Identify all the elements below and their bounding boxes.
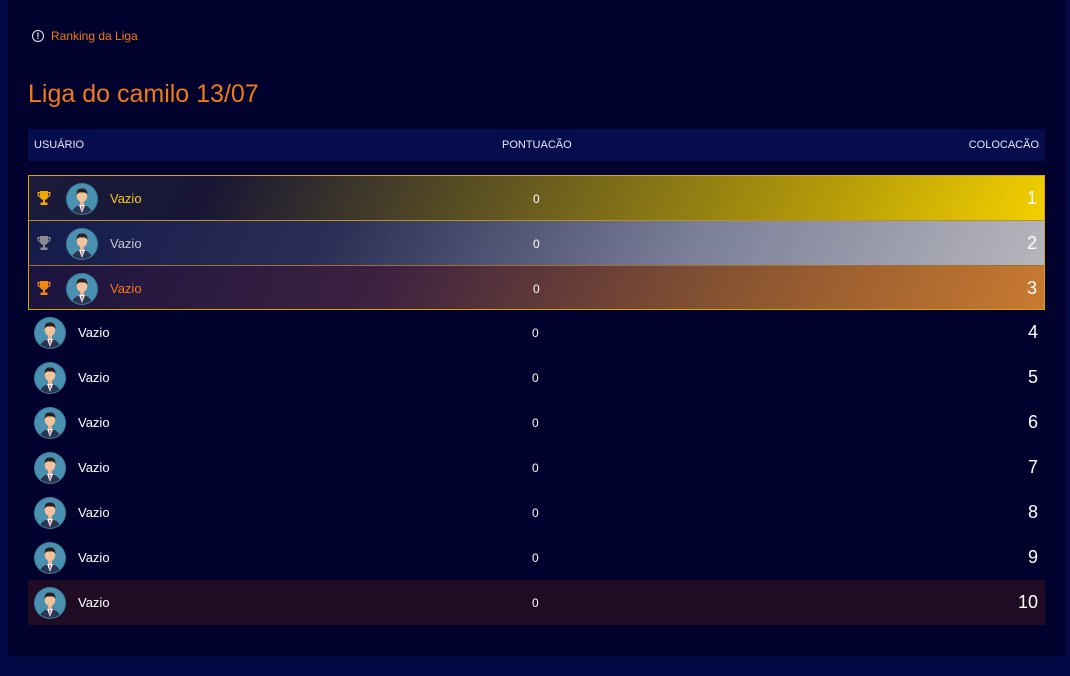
user-score: 0 bbox=[533, 192, 540, 206]
user-name: Vazio bbox=[78, 505, 110, 520]
avatar bbox=[34, 497, 66, 529]
user-rank: 3 bbox=[1026, 278, 1037, 298]
user-rank: 1 bbox=[1026, 188, 1037, 208]
user-rank: 8 bbox=[1027, 502, 1038, 522]
avatar bbox=[34, 542, 66, 574]
header-score: PONTUACÃO bbox=[502, 139, 572, 151]
avatar bbox=[66, 273, 98, 305]
table-row[interactable]: Vazio 0 1 bbox=[28, 175, 1045, 220]
bronze-trophy-icon bbox=[37, 280, 51, 296]
gold-trophy-icon bbox=[37, 190, 51, 206]
page-title: Liga do camilo 13/07 bbox=[28, 80, 259, 108]
user-name: Vazio bbox=[78, 550, 110, 565]
header-user: USUÁRIO bbox=[34, 139, 85, 151]
ranking-table-body: Vazio 0 1 Vazio 0 2 Vazio 0 3 Vazio 0 4 … bbox=[28, 175, 1045, 625]
table-row[interactable]: Vazio 0 4 bbox=[28, 310, 1045, 355]
table-row[interactable]: Vazio 0 8 bbox=[28, 490, 1045, 535]
user-rank: 9 bbox=[1027, 547, 1038, 567]
table-row[interactable]: Vazio 0 2 bbox=[28, 220, 1045, 265]
user-rank: 5 bbox=[1027, 367, 1038, 387]
header-rank: COLOCACÃO bbox=[968, 139, 1039, 151]
table-header: USUÁRIO PONTUACÃO COLOCACÃO bbox=[28, 129, 1045, 161]
table-row[interactable]: Vazio 0 7 bbox=[28, 445, 1045, 490]
user-name: Vazio bbox=[78, 325, 110, 340]
table-row[interactable]: Vazio 0 9 bbox=[28, 535, 1045, 580]
user-rank: 10 bbox=[1017, 592, 1038, 612]
user-rank: 4 bbox=[1027, 322, 1038, 342]
table-row[interactable]: Vazio 0 3 bbox=[28, 265, 1045, 310]
avatar bbox=[34, 362, 66, 394]
table-row[interactable]: Vazio 0 6 bbox=[28, 400, 1045, 445]
user-score: 0 bbox=[532, 416, 539, 430]
user-rank: 7 bbox=[1027, 457, 1038, 477]
avatar bbox=[66, 228, 98, 260]
avatar bbox=[34, 407, 66, 439]
breadcrumb-label[interactable]: Ranking da Liga bbox=[51, 29, 138, 43]
table-row[interactable]: Vazio 0 10 bbox=[28, 580, 1045, 625]
avatar bbox=[34, 587, 66, 619]
user-score: 0 bbox=[532, 596, 539, 610]
avatar bbox=[34, 452, 66, 484]
user-score: 0 bbox=[533, 282, 540, 296]
user-score: 0 bbox=[532, 551, 539, 565]
table-row[interactable]: Vazio 0 5 bbox=[28, 355, 1045, 400]
user-name: Vazio bbox=[78, 370, 110, 385]
user-name: Vazio bbox=[110, 191, 142, 206]
user-name: Vazio bbox=[78, 415, 110, 430]
user-score: 0 bbox=[532, 461, 539, 475]
ranking-panel: ! Ranking da Liga Liga do camilo 13/07 U… bbox=[8, 0, 1066, 656]
user-score: 0 bbox=[532, 506, 539, 520]
user-name: Vazio bbox=[110, 281, 142, 296]
user-rank: 6 bbox=[1027, 412, 1038, 432]
user-score: 0 bbox=[532, 326, 539, 340]
user-name: Vazio bbox=[78, 460, 110, 475]
silver-trophy-icon bbox=[37, 235, 51, 251]
user-score: 0 bbox=[533, 237, 540, 251]
breadcrumb[interactable]: ! Ranking da Liga bbox=[32, 29, 138, 43]
avatar bbox=[34, 317, 66, 349]
info-icon: ! bbox=[32, 30, 44, 42]
user-name: Vazio bbox=[78, 595, 110, 610]
user-name: Vazio bbox=[110, 236, 142, 251]
avatar bbox=[66, 183, 98, 215]
user-rank: 2 bbox=[1026, 233, 1037, 253]
user-score: 0 bbox=[532, 371, 539, 385]
